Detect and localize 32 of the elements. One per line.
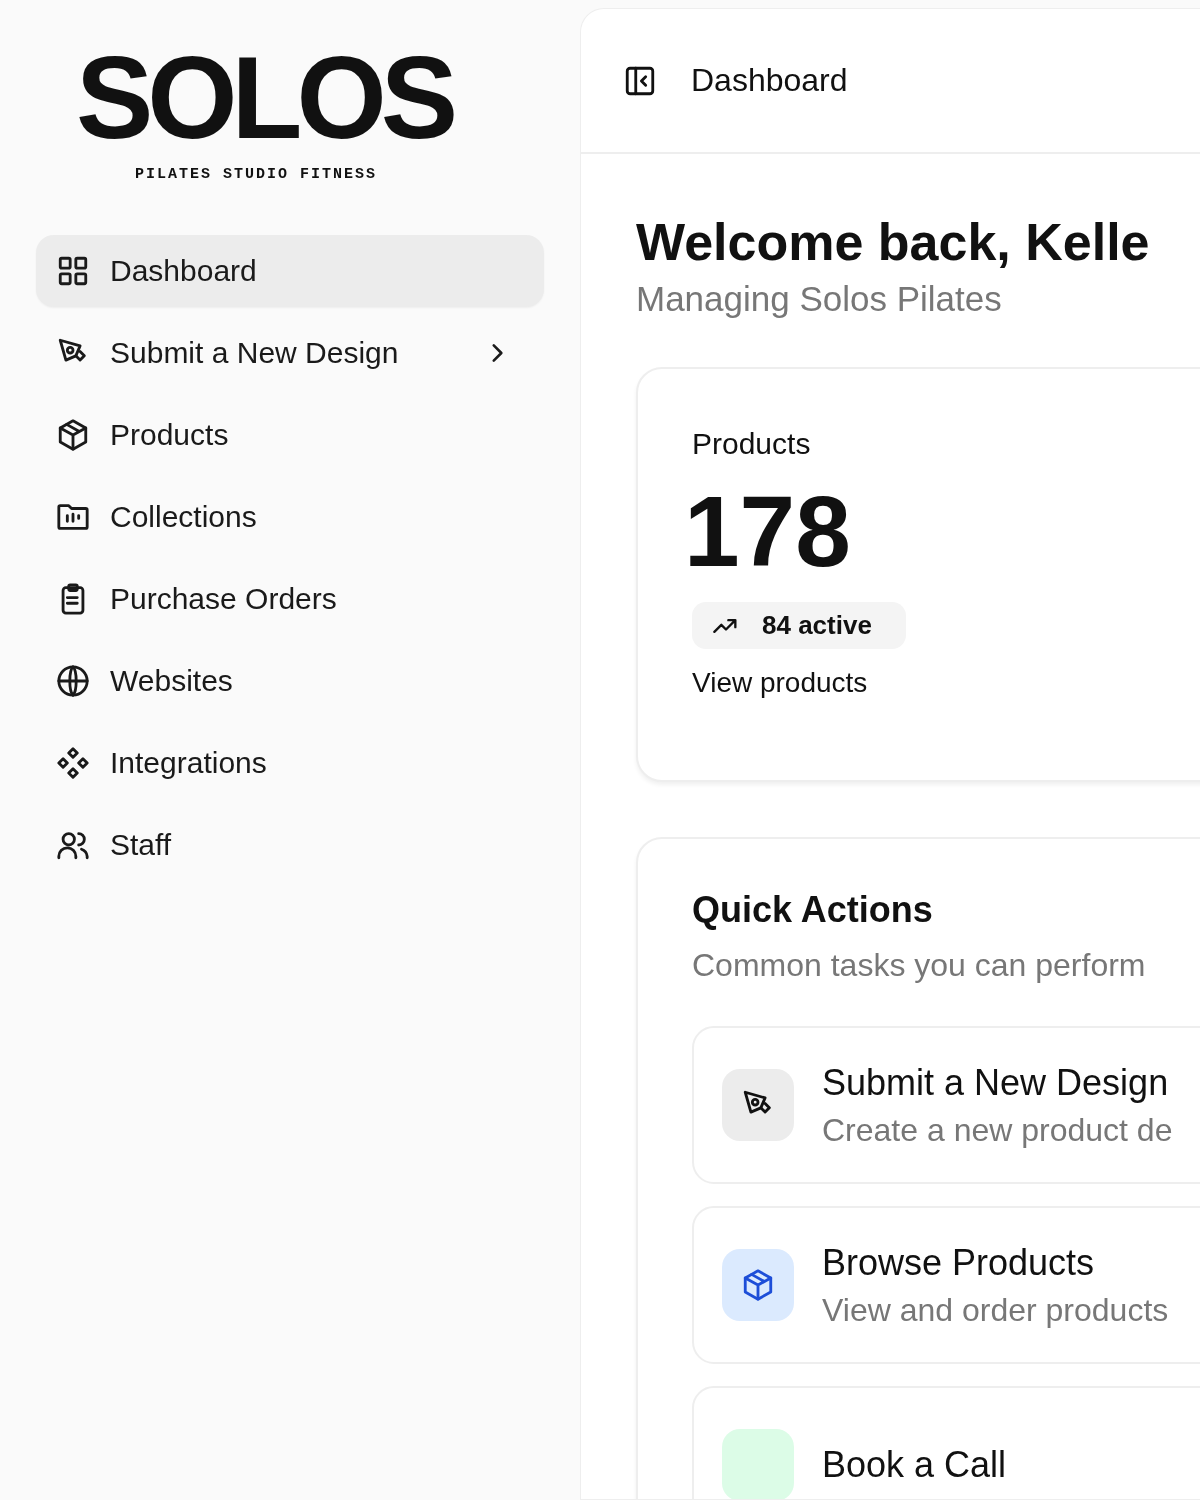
globe-icon: [56, 664, 90, 698]
sidebar-item[interactable]: Products: [36, 399, 544, 471]
sidebar-item[interactable]: Purchase Orders: [36, 563, 544, 635]
sidebar-item[interactable]: Dashboard: [36, 235, 544, 307]
welcome-subtitle: Managing Solos Pilates: [636, 279, 1003, 320]
sidebar-item[interactable]: Staff: [36, 809, 544, 881]
welcome-heading: Welcome back, Kelle: [636, 214, 1151, 272]
action-description: Create a new product de: [822, 1111, 1173, 1149]
section-subtitle: Common tasks you can perform: [692, 947, 1147, 985]
grid-icon: [56, 254, 90, 288]
sidebar-item[interactable]: Websites: [36, 645, 544, 717]
quick-action-item[interactable]: Submit a New Design Create a new product de: [692, 1026, 1200, 1185]
box-icon: [56, 418, 90, 452]
quick-action-item[interactable]: Book a Call: [692, 1386, 1200, 1499]
box-icon: [741, 1268, 775, 1303]
action-title: Browse Products: [822, 1241, 1096, 1284]
view-products-link[interactable]: View products: [692, 667, 1200, 700]
page-title: Dashboard: [691, 62, 848, 99]
quick-action-item[interactable]: Browse Products View and order products: [692, 1206, 1200, 1365]
sidebar-item[interactable]: Submit a New Design: [36, 317, 544, 389]
action-title: Submit a New Design: [822, 1061, 1170, 1104]
badge-text: 84 active: [762, 610, 872, 642]
diamonds-icon: [56, 746, 90, 780]
logo-wordmark: SOLOS: [75, 40, 453, 156]
sidebar-item[interactable]: Integrations: [36, 727, 544, 799]
logo-tagline: PILATES STUDIO FITNESS: [134, 166, 377, 183]
sidebar-item[interactable]: Collections: [36, 481, 544, 553]
stat-value: 178: [684, 479, 852, 585]
section-title: Quick Actions: [692, 889, 934, 932]
action-title: Book a Call: [822, 1444, 1007, 1487]
stat-label: Products: [692, 427, 812, 462]
action-description: View and order products: [822, 1291, 1169, 1329]
